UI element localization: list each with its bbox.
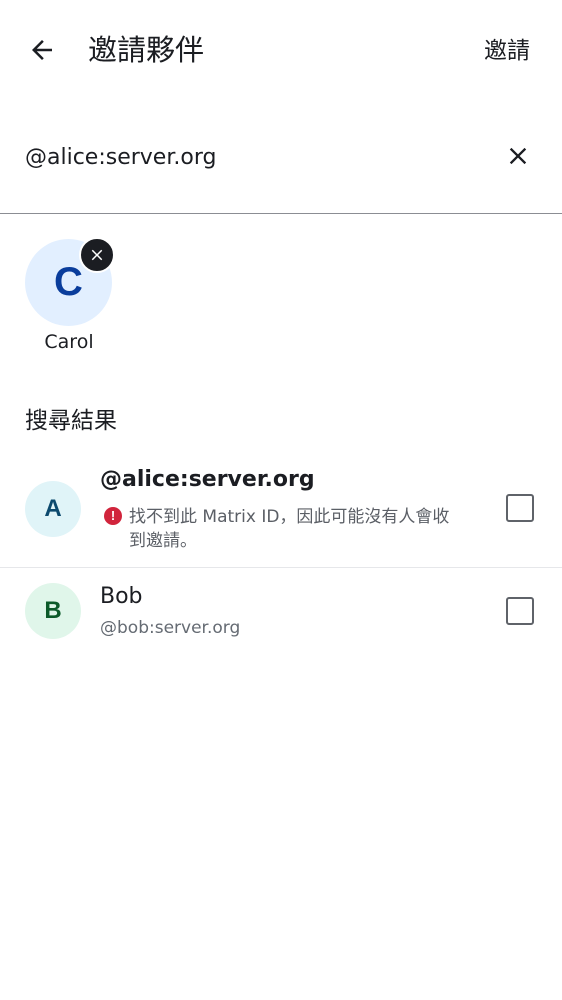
close-icon	[509, 147, 527, 165]
clear-search-button[interactable]	[498, 136, 538, 176]
list-item[interactable]: A @alice:server.org ! 找不到此 Matrix ID，因此可…	[0, 455, 562, 568]
selected-user-name: Carol	[44, 331, 94, 353]
selected-user-chip: C Carol	[24, 237, 115, 359]
warning-text: 找不到此 Matrix ID，因此可能沒有人會收到邀請。	[129, 507, 450, 551]
invite-people-screen: 邀請夥伴 邀請 C Carol 搜尋結果 A @alice:server.org…	[0, 0, 562, 1000]
error-icon: !	[104, 507, 122, 525]
avatar: A	[25, 481, 81, 537]
avatar: B	[25, 583, 81, 639]
select-checkbox[interactable]	[506, 494, 534, 522]
page-title: 邀請夥伴	[88, 33, 205, 67]
user-id: @bob:server.org	[100, 618, 241, 638]
list-item[interactable]: B Bob @bob:server.org	[0, 568, 562, 658]
top-app-bar: 邀請夥伴 邀請	[0, 0, 562, 104]
search-bar	[0, 110, 562, 214]
select-checkbox[interactable]	[506, 597, 534, 625]
remove-selected-user-button[interactable]	[79, 237, 115, 273]
arrow-left-icon	[32, 40, 52, 60]
search-results-header: 搜尋結果	[25, 408, 117, 434]
invite-button[interactable]: 邀請	[484, 34, 530, 68]
close-icon	[91, 249, 103, 261]
user-name: Bob	[100, 584, 143, 609]
search-input[interactable]	[25, 140, 465, 174]
user-id: @alice:server.org	[100, 467, 315, 492]
back-button[interactable]	[18, 26, 66, 74]
